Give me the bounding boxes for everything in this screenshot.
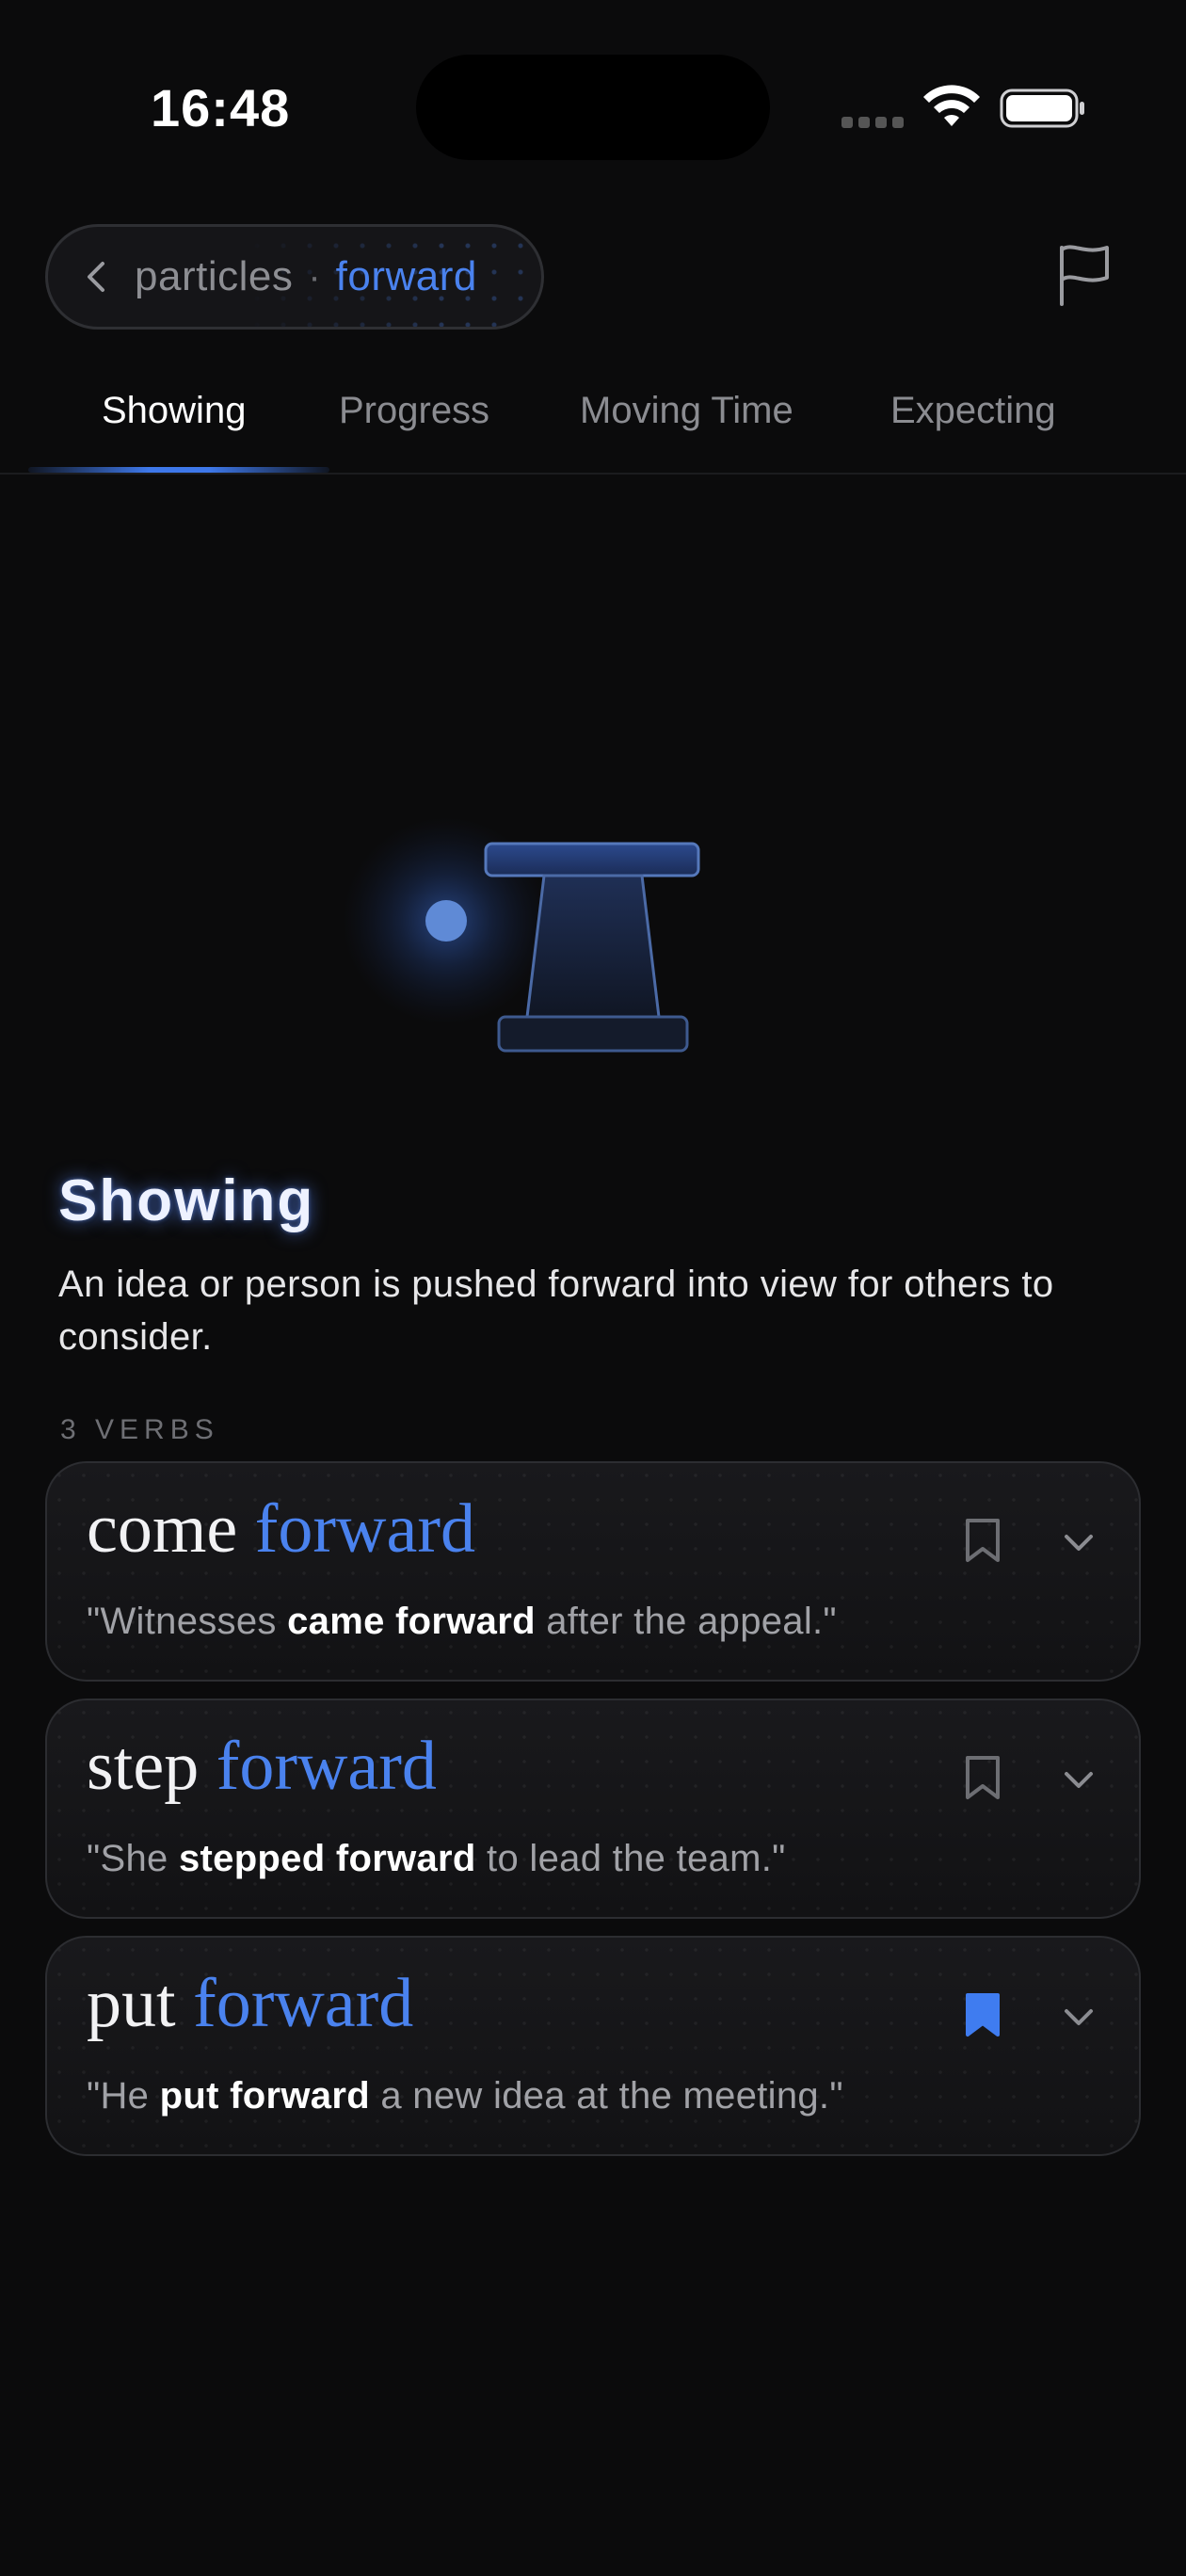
tab-moving-time[interactable]: Moving Time <box>580 390 793 432</box>
verb-word: come <box>87 1490 238 1568</box>
example-highlight: came forward <box>287 1601 536 1642</box>
dynamic-island <box>416 55 770 160</box>
example-highlight: stepped forward <box>178 1838 476 1879</box>
expand-button[interactable] <box>1050 1757 1107 1804</box>
bookmark-button[interactable] <box>956 1985 1009 2045</box>
chevron-left-icon[interactable] <box>82 260 110 294</box>
meaning-tabs: Showing Progress Moving Time Expecting <box>0 367 1186 475</box>
example-text: "Witnesses <box>87 1601 288 1642</box>
bookmark-button[interactable] <box>956 1510 1009 1570</box>
verb-particle: forward <box>216 1728 437 1805</box>
tab-showing[interactable]: Showing <box>102 390 246 432</box>
verb-particle: forward <box>254 1490 475 1568</box>
expand-button[interactable] <box>1050 1520 1107 1567</box>
example-text: "She <box>87 1838 179 1879</box>
meaning-title: Showing <box>58 1168 315 1233</box>
breadcrumb-separator: · <box>308 255 321 298</box>
bookmark-filled-icon <box>966 1993 1000 2037</box>
verb-title: put forward <box>87 1964 413 2044</box>
verb-example: "She stepped forward to lead the team." <box>87 1838 786 1880</box>
status-time: 16:48 <box>151 78 291 137</box>
example-text: to lead the team." <box>475 1838 786 1879</box>
example-text: a new idea at the meeting." <box>369 2075 843 2117</box>
example-text: "He <box>87 2075 160 2117</box>
verb-example: "He put forward a new idea at the meetin… <box>87 2075 843 2117</box>
tab-expecting[interactable]: Expecting <box>890 390 1056 432</box>
verb-card-put-forward[interactable]: put forward "He put forward a new idea a… <box>45 1936 1141 2156</box>
verb-word: step <box>87 1728 200 1805</box>
verb-title: step forward <box>87 1727 437 1807</box>
bookmark-outline-icon <box>966 1756 1000 1799</box>
breadcrumb-parent[interactable]: particles <box>135 253 293 300</box>
podium-illustration <box>343 817 700 1053</box>
status-bar: 16:48 <box>0 0 1186 188</box>
verb-particle: forward <box>193 1965 414 2042</box>
verb-count-label: 3 VERBS <box>60 1414 219 1445</box>
bookmark-outline-icon <box>966 1519 1000 1562</box>
cellular-signal-icon <box>841 117 904 128</box>
expand-button[interactable] <box>1050 1994 1107 2041</box>
tab-progress[interactable]: Progress <box>339 390 489 432</box>
breadcrumb[interactable]: particles · forward <box>45 224 544 330</box>
wifi-icon <box>923 85 980 126</box>
active-tab-indicator <box>28 467 329 473</box>
battery-icon <box>1000 89 1084 128</box>
flag-icon <box>1060 245 1109 306</box>
chevron-down-icon <box>1065 1772 1093 1788</box>
verb-example: "Witnesses came forward after the appeal… <box>87 1601 837 1643</box>
example-highlight: put forward <box>159 2075 370 2117</box>
verb-title: come forward <box>87 1489 475 1570</box>
breadcrumb-current: forward <box>335 253 477 299</box>
verb-word: put <box>87 1965 176 2042</box>
chevron-down-icon <box>1065 2009 1093 2025</box>
meaning-description: An idea or person is pushed forward into… <box>58 1264 1054 1358</box>
chevron-down-icon <box>1065 1535 1093 1551</box>
verb-card-come-forward[interactable]: come forward "Witnesses came forward aft… <box>45 1461 1141 1682</box>
verb-card-step-forward[interactable]: step forward "She stepped forward to lea… <box>45 1699 1141 1919</box>
example-text: after the appeal." <box>535 1601 837 1642</box>
report-flag-button[interactable] <box>1037 222 1131 326</box>
bookmark-button[interactable] <box>956 1747 1009 1808</box>
